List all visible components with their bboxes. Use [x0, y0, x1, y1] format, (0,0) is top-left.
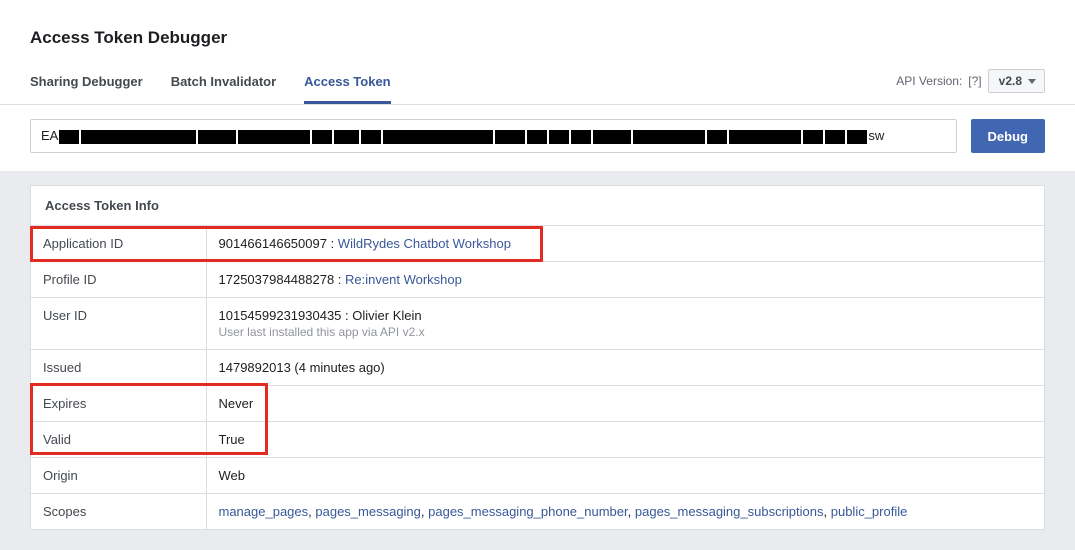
card-header: Access Token Info — [31, 186, 1044, 226]
scope-link[interactable]: pages_messaging_subscriptions — [635, 504, 824, 519]
redacted-bar — [571, 130, 591, 144]
row-profile-id: Profile ID 1725037984488278 : Re:invent … — [31, 262, 1044, 298]
cell-key: Application ID — [31, 226, 206, 262]
tab-sharing-debugger[interactable]: Sharing Debugger — [30, 66, 143, 104]
content-area: Access Token Info Application ID 9014661… — [0, 171, 1075, 550]
api-version-control: API Version: [?] v2.8 — [896, 69, 1045, 101]
token-suffix: sw — [868, 128, 884, 143]
cell-key: Expires — [31, 386, 206, 422]
cell-value: 901466146650097 : WildRydes Chatbot Work… — [206, 226, 1044, 262]
api-version-select[interactable]: v2.8 — [988, 69, 1045, 93]
app-id-value: 901466146650097 — [219, 236, 327, 251]
cell-value: True — [206, 422, 1044, 458]
api-version-label: API Version: — [896, 74, 962, 88]
cell-value: 10154599231930435 : Olivier Klein User l… — [206, 298, 1044, 350]
redacted-bar — [633, 130, 705, 144]
scope-link[interactable]: pages_messaging_phone_number — [428, 504, 628, 519]
redacted-bar — [198, 130, 236, 144]
debug-button[interactable]: Debug — [971, 119, 1045, 153]
chevron-down-icon — [1028, 79, 1036, 84]
redacted-bar — [59, 130, 79, 144]
redacted-bar — [238, 130, 310, 144]
cell-value: Web — [206, 458, 1044, 494]
row-application-id: Application ID 901466146650097 : WildRyd… — [31, 226, 1044, 262]
row-scopes: Scopes manage_pages, pages_messaging, pa… — [31, 494, 1044, 530]
tab-batch-invalidator[interactable]: Batch Invalidator — [171, 66, 276, 104]
cell-value: 1725037984488278 : Re:invent Workshop — [206, 262, 1044, 298]
redacted-bar — [729, 130, 801, 144]
token-prefix: EA — [41, 128, 58, 143]
user-name: Olivier Klein — [352, 308, 421, 323]
redacted-bar — [825, 130, 845, 144]
row-valid: Valid True — [31, 422, 1044, 458]
profile-name-link[interactable]: Re:invent Workshop — [345, 272, 462, 287]
cell-key: Issued — [31, 350, 206, 386]
access-token-input[interactable]: EA sw — [30, 119, 957, 153]
page-title: Access Token Debugger — [0, 0, 1075, 66]
scope-link[interactable]: public_profile — [831, 504, 908, 519]
user-id-value: 10154599231930435 — [219, 308, 342, 323]
cell-value: 1479892013 (4 minutes ago) — [206, 350, 1044, 386]
row-user-id: User ID 10154599231930435 : Olivier Klei… — [31, 298, 1044, 350]
info-table: Application ID 901466146650097 : WildRyd… — [31, 226, 1044, 529]
access-token-info-card: Access Token Info Application ID 9014661… — [30, 185, 1045, 530]
tabs: Sharing Debugger Batch Invalidator Acces… — [30, 66, 391, 104]
scope-link[interactable]: pages_messaging — [315, 504, 421, 519]
cell-key: Scopes — [31, 494, 206, 530]
row-expires: Expires Never — [31, 386, 1044, 422]
row-issued: Issued 1479892013 (4 minutes ago) — [31, 350, 1044, 386]
redacted-bar — [334, 130, 359, 144]
cell-value: manage_pages, pages_messaging, pages_mes… — [206, 494, 1044, 530]
redacted-bar — [361, 130, 381, 144]
redacted-bar — [495, 130, 525, 144]
cell-key: Profile ID — [31, 262, 206, 298]
profile-id-value: 1725037984488278 — [219, 272, 335, 287]
redacted-bar — [312, 130, 332, 144]
api-version-help[interactable]: [?] — [968, 74, 981, 88]
redacted-bar — [81, 130, 196, 144]
redacted-bar — [803, 130, 823, 144]
token-input-row: EA sw Debug — [0, 105, 1075, 171]
cell-key: User ID — [31, 298, 206, 350]
redacted-bar — [527, 130, 547, 144]
cell-key: Valid — [31, 422, 206, 458]
scope-link[interactable]: manage_pages — [219, 504, 309, 519]
cell-value: Never — [206, 386, 1044, 422]
cell-key: Origin — [31, 458, 206, 494]
user-note: User last installed this app via API v2.… — [219, 325, 1033, 339]
redacted-bar — [593, 130, 631, 144]
redacted-bar — [549, 130, 569, 144]
header-row: Sharing Debugger Batch Invalidator Acces… — [0, 66, 1075, 105]
api-version-value: v2.8 — [999, 74, 1022, 88]
app-name-link[interactable]: WildRydes Chatbot Workshop — [338, 236, 511, 251]
redacted-bar — [383, 130, 493, 144]
redacted-bar — [707, 130, 727, 144]
tab-access-token[interactable]: Access Token — [304, 66, 390, 104]
redacted-bar — [847, 130, 867, 144]
row-origin: Origin Web — [31, 458, 1044, 494]
